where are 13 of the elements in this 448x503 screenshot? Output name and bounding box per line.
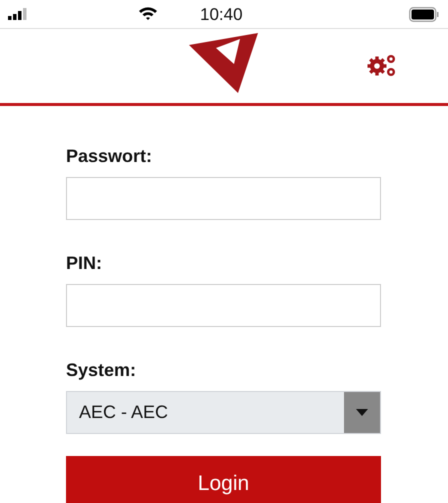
settings-icon[interactable] <box>367 54 397 78</box>
status-time: 10:40 <box>200 5 243 25</box>
input-field[interactable] <box>66 284 381 327</box>
input-field[interactable] <box>66 177 381 220</box>
logo-icon <box>189 33 259 95</box>
login-button[interactable]: Login <box>66 456 381 503</box>
field-label: PIN: <box>66 253 102 274</box>
wifi-icon <box>138 6 158 20</box>
dropdown-caret-icon <box>356 409 368 416</box>
system-select[interactable]: AEC - AEC <box>66 391 381 434</box>
field-label: Passwort: <box>66 146 152 167</box>
field-label: System: <box>66 360 136 381</box>
battery-icon <box>409 7 439 22</box>
